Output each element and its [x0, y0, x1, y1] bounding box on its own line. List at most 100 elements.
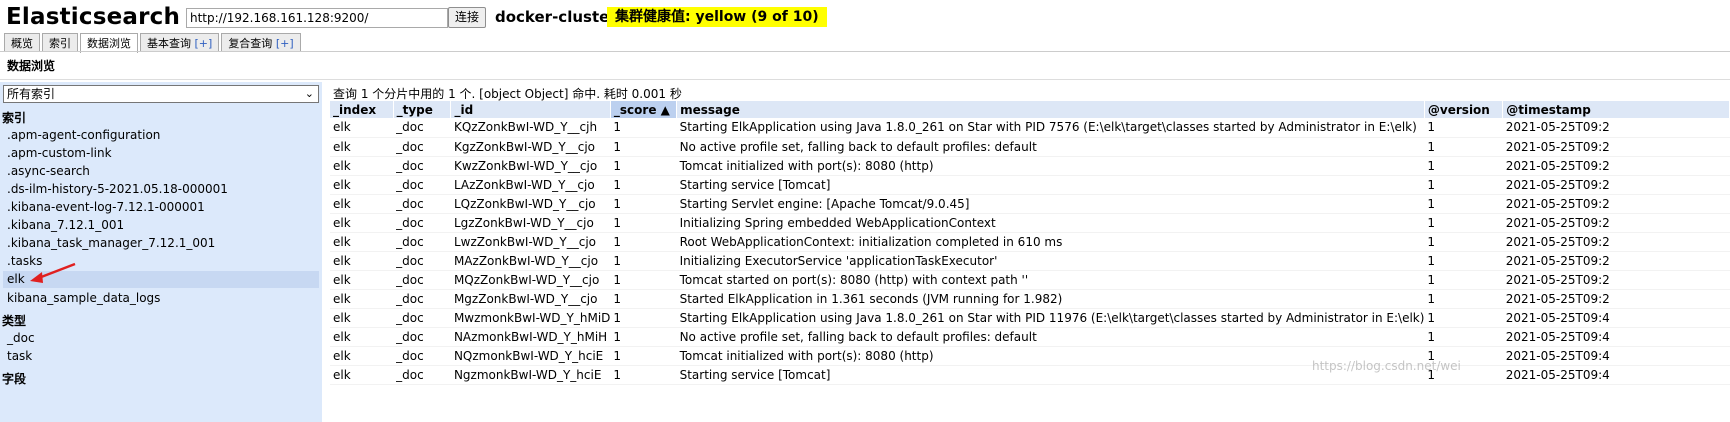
col-header-id[interactable]: _id	[450, 101, 611, 118]
table-row[interactable]: elk _doc KgzZonkBwI-WD_Y__cjo 1 No active pr…	[330, 137, 1730, 157]
tab-data-browser[interactable]: 数据浏览	[80, 33, 138, 53]
table-row[interactable]: elk _doc LgzZonkBwI-WD_Y__cjo 1 Initializing…	[330, 213, 1730, 233]
indices-heading: 索引	[2, 111, 27, 125]
index-item[interactable]: .kibana-event-log-7.12.1-000001	[3, 199, 319, 216]
table-row[interactable]: elk _doc NgzmonkBwI-WD_Y_hciE 1 Starting ser…	[330, 365, 1730, 385]
table-cell: 2021-05-25T09:2	[1502, 175, 1730, 195]
table-cell: 2021-05-25T09:2	[1502, 289, 1730, 309]
table-cell: MQzZonkBwI-WD_Y__cjo	[450, 270, 611, 290]
table-cell: Initializing ExecutorService 'applicatio…	[676, 251, 1425, 271]
table-cell: 1	[1424, 327, 1503, 347]
table-cell: Starting ElkApplication using Java 1.8.0…	[676, 118, 1425, 138]
table-cell: NAzmonkBwI-WD_Y_hMiH	[450, 327, 611, 347]
tab-compound-query[interactable]: 复合查询 [+]	[221, 33, 301, 52]
table-cell: 1	[610, 194, 677, 214]
table-cell: 1	[1424, 213, 1503, 233]
table-cell: 1	[1424, 270, 1503, 290]
table-row[interactable]: elk _doc NQzmonkBwI-WD_Y_hciE 1 Tomcat initi…	[330, 346, 1730, 366]
table-cell: _doc	[393, 175, 451, 195]
tab-indices[interactable]: 索引	[42, 33, 78, 52]
table-row[interactable]: elk _doc MwzmonkBwI-WD_Y_hMiD 1 Starting Elk…	[330, 308, 1730, 328]
table-row[interactable]: elk _doc LwzZonkBwI-WD_Y__cjo 1 Root WebAppl…	[330, 232, 1730, 252]
index-select[interactable]: 所有索引 ⌄	[3, 85, 319, 103]
table-row[interactable]: elk _doc LAzZonkBwI-WD_Y__cjo 1 Starting ser…	[330, 175, 1730, 195]
table-cell: 2021-05-25T09:4	[1502, 365, 1730, 385]
table-cell: _doc	[393, 118, 451, 138]
table-row[interactable]: elk _doc NAzmonkBwI-WD_Y_hMiH 1 No active pr…	[330, 327, 1730, 347]
index-item[interactable]: kibana_sample_data_logs	[3, 290, 319, 307]
table-cell: _doc	[393, 156, 451, 176]
table-cell: Started ElkApplication in 1.361 seconds …	[676, 289, 1425, 309]
table-cell: _doc	[393, 251, 451, 271]
table-row[interactable]: elk _doc MQzZonkBwI-WD_Y__cjo 1 Tomcat start…	[330, 270, 1730, 290]
table-cell: elk	[330, 194, 394, 214]
table-cell: Tomcat started on port(s): 8080 (http) w…	[676, 270, 1425, 290]
table-cell: 1	[1424, 232, 1503, 252]
index-item[interactable]: .apm-custom-link	[3, 145, 319, 162]
col-header-timestamp[interactable]: @timestamp	[1502, 101, 1730, 118]
table-cell: 1	[610, 346, 677, 366]
col-header-version[interactable]: @version	[1424, 101, 1504, 118]
tab-basic-query[interactable]: 基本查询 [+]	[140, 33, 220, 52]
tab-overview[interactable]: 概览	[4, 33, 40, 52]
types-heading: 类型	[2, 314, 27, 328]
table-cell: 2021-05-25T09:2	[1502, 213, 1730, 233]
cluster-name: docker-cluster	[495, 8, 617, 26]
table-cell: elk	[330, 270, 394, 290]
table-cell: _doc	[393, 289, 451, 309]
table-cell: 1	[1424, 289, 1503, 309]
table-cell: elk	[330, 251, 394, 271]
table-cell: Initializing Spring embedded WebApplicat…	[676, 213, 1425, 233]
table-cell: Starting service [Tomcat]	[676, 175, 1425, 195]
table-cell: elk	[330, 118, 394, 138]
table-cell: elk	[330, 232, 394, 252]
fields-heading: 字段	[2, 372, 27, 386]
table-row[interactable]: elk _doc LQzZonkBwI-WD_Y__cjo 1 Starting Ser…	[330, 194, 1730, 214]
index-item[interactable]: .ds-ilm-history-5-2021.05.18-000001	[3, 181, 319, 198]
table-cell: Starting Servlet engine: [Apache Tomcat/…	[676, 194, 1425, 214]
table-cell: 1	[610, 213, 677, 233]
index-select-value: 所有索引	[7, 87, 56, 101]
results-panel: 查询 1 个分片中用的 1 个. [object Object] 命中. 耗时 …	[330, 82, 1730, 422]
index-item[interactable]: .async-search	[3, 163, 319, 180]
type-item[interactable]: task	[3, 348, 319, 365]
table-row[interactable]: elk _doc MAzZonkBwI-WD_Y__cjo 1 Initializing…	[330, 251, 1730, 271]
table-row[interactable]: elk _doc KQzZonkBwI-WD_Y__cjh 1 Starting Elk…	[330, 118, 1730, 138]
table-cell: elk	[330, 289, 394, 309]
col-header-message[interactable]: message	[676, 101, 1425, 118]
table-cell: KwzZonkBwI-WD_Y__cjo	[450, 156, 611, 176]
results-table: _index _type _id _score ▲ message @versi…	[330, 101, 1730, 385]
table-row[interactable]: elk _doc MgzZonkBwI-WD_Y__cjo 1 Started ElkA…	[330, 289, 1730, 309]
add-tab-icon[interactable]: [+]	[276, 37, 294, 50]
add-tab-icon[interactable]: [+]	[195, 37, 213, 50]
table-cell: _doc	[393, 346, 451, 366]
table-cell: _doc	[393, 270, 451, 290]
table-cell: 1	[1424, 118, 1503, 138]
table-cell: elk	[330, 137, 394, 157]
table-cell: 1	[610, 118, 677, 138]
index-item[interactable]: .kibana_7.12.1_001	[3, 217, 319, 234]
index-item[interactable]: .kibana_task_manager_7.12.1_001	[3, 235, 319, 252]
col-header-type[interactable]: _type	[393, 101, 452, 118]
url-input[interactable]	[186, 8, 448, 28]
col-header-score-sorted[interactable]: _score ▲	[610, 101, 678, 118]
type-item[interactable]: _doc	[3, 330, 319, 347]
table-cell: NgzmonkBwI-WD_Y_hciE	[450, 365, 611, 385]
header: Elasticsearch 连接 docker-cluster 集群健康值: y…	[0, 0, 1730, 34]
table-cell: Starting ElkApplication using Java 1.8.0…	[676, 308, 1425, 328]
table-cell: _doc	[393, 308, 451, 328]
tab-bar: 概览 索引 数据浏览 基本查询 [+] 复合查询 [+]	[4, 33, 303, 53]
table-cell: MAzZonkBwI-WD_Y__cjo	[450, 251, 611, 271]
col-header-index[interactable]: _index	[330, 101, 394, 118]
page-title: 数据浏览	[0, 52, 1730, 80]
table-header-row: _index _type _id _score ▲ message @versi…	[330, 101, 1730, 118]
table-cell: 1	[1424, 194, 1503, 214]
table-cell: elk	[330, 213, 394, 233]
table-row[interactable]: elk _doc KwzZonkBwI-WD_Y__cjo 1 Tomcat initi…	[330, 156, 1730, 176]
index-item[interactable]: .apm-agent-configuration	[3, 127, 319, 144]
table-cell: NQzmonkBwI-WD_Y_hciE	[450, 346, 611, 366]
table-cell: 2021-05-25T09:4	[1502, 327, 1730, 347]
table-cell: 1	[1424, 156, 1503, 176]
table-cell: 1	[610, 232, 677, 252]
connect-button[interactable]: 连接	[448, 7, 486, 28]
